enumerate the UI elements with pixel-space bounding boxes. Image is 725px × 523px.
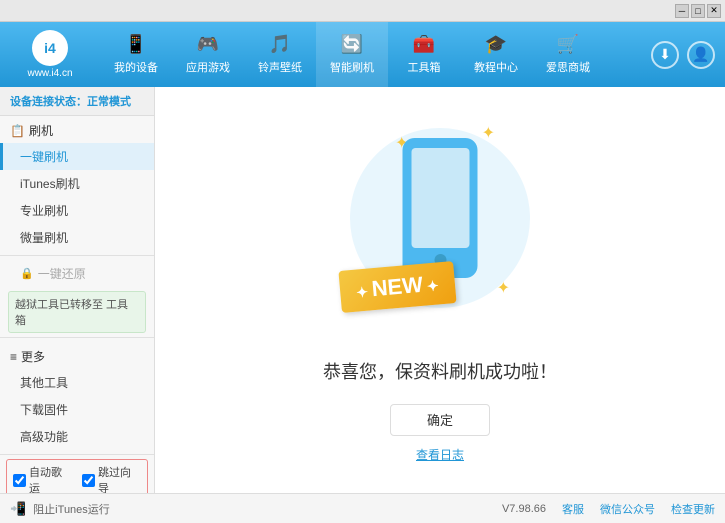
sidebar-item-itunes-flash[interactable]: iTunes刷机 — [0, 170, 154, 197]
footer-left: 📲 阻止iTunes运行 — [10, 501, 110, 517]
logo-icon: i4 — [32, 30, 68, 66]
nav-bar: 📱 我的设备 🎮 应用游戏 🎵 铃声壁纸 🔄 智能刷机 🧰 工具箱 🎓 教程中心… — [100, 22, 651, 87]
status-value: 正常模式 — [87, 96, 131, 108]
sidebar-item-advanced[interactable]: 高级功能 — [0, 423, 154, 450]
header: i4 www.i4.cn 📱 我的设备 🎮 应用游戏 🎵 铃声壁纸 🔄 智能刷机… — [0, 22, 725, 87]
info-box: 越狱工具已转移至 工具箱 — [8, 291, 146, 333]
flash-section-label: 刷机 — [29, 122, 53, 139]
content-area: ✦ ✦ ✦ ✦ NEW ✦ 恭喜您，保资料刷机成功啦！ 确定 查看日志 — [155, 87, 725, 493]
sidebar-item-pro-flash[interactable]: 专业刷机 — [0, 197, 154, 224]
new-badge-stars2: ✦ — [422, 277, 439, 294]
tutorial-icon: 🎓 — [485, 34, 507, 55]
info-box-text: 越狱工具已转移至 工具箱 — [15, 299, 128, 327]
success-message: 恭喜您，保资料刷机成功啦！ — [323, 358, 557, 384]
version-label: V7.98.66 — [502, 503, 546, 515]
sidebar-divider-1 — [0, 255, 154, 256]
checkbox-row: 自动歌运 跳过向导 — [6, 459, 148, 493]
smart-shop-icon: 🔄 — [341, 34, 363, 55]
nav-tutorial-label: 教程中心 — [474, 59, 518, 75]
title-bar: ─ □ ✕ — [0, 0, 725, 22]
footer-right: V7.98.66 客服 微信公众号 检查更新 — [502, 501, 715, 517]
itunes-icon: 📲 — [10, 501, 26, 517]
download-button[interactable]: ⬇ — [651, 41, 679, 69]
nav-shop[interactable]: 🛒 爱思商城 — [532, 22, 604, 87]
one-click-restore-label: 一键还原 — [38, 265, 86, 282]
service-link[interactable]: 客服 — [562, 501, 584, 517]
nav-toolbox[interactable]: 🧰 工具箱 — [388, 22, 460, 87]
nav-my-device-label: 我的设备 — [114, 59, 158, 75]
nav-ringtones-label: 铃声壁纸 — [258, 59, 302, 75]
confirm-button[interactable]: 确定 — [390, 404, 490, 436]
skip-wizard-checkbox-label[interactable]: 跳过向导 — [82, 464, 141, 493]
new-badge-text: NEW — [371, 271, 424, 300]
wechat-link[interactable]: 微信公众号 — [600, 501, 655, 517]
sidebar-item-one-click-restore: 🔒 一键还原 — [0, 260, 154, 287]
new-badge-stars: ✦ — [356, 283, 373, 300]
main-layout: 设备连接状态：正常模式 📋 刷机 一键刷机 iTunes刷机 专业刷机 微量刷机… — [0, 87, 725, 493]
flash-icon: 📋 — [10, 124, 25, 138]
nav-smart-shop-label: 智能刷机 — [330, 59, 374, 75]
lock-icon: 🔒 — [20, 267, 34, 280]
itunes-label: 阻止iTunes运行 — [33, 501, 110, 517]
window-controls[interactable]: ─ □ ✕ — [675, 4, 721, 18]
apps-games-icon: 🎮 — [197, 34, 219, 55]
more-section-icon: ≡ — [10, 350, 17, 364]
nav-apps-games[interactable]: 🎮 应用游戏 — [172, 22, 244, 87]
sidebar: 设备连接状态：正常模式 📋 刷机 一键刷机 iTunes刷机 专业刷机 微量刷机… — [0, 87, 155, 493]
header-right: ⬇ 👤 — [651, 41, 725, 69]
nav-apps-games-label: 应用游戏 — [186, 59, 230, 75]
sidebar-item-other-tools[interactable]: 其他工具 — [0, 369, 154, 396]
phone-shape — [403, 138, 478, 278]
more-section-label: 更多 — [21, 348, 45, 365]
auto-backup-checkbox-label[interactable]: 自动歌运 — [13, 464, 72, 493]
nav-tutorial[interactable]: 🎓 教程中心 — [460, 22, 532, 87]
sidebar-item-micro-flash[interactable]: 微量刷机 — [0, 224, 154, 251]
connection-status: 设备连接状态：正常模式 — [0, 87, 154, 116]
nav-toolbox-label: 工具箱 — [408, 59, 441, 75]
shop-icon: 🛒 — [557, 34, 579, 55]
flash-section-title: 📋 刷机 — [0, 116, 154, 143]
close-button[interactable]: ✕ — [707, 4, 721, 18]
nav-my-device[interactable]: 📱 我的设备 — [100, 22, 172, 87]
footer: 📲 阻止iTunes运行 V7.98.66 客服 微信公众号 检查更新 — [0, 493, 725, 523]
status-label: 设备连接状态： — [10, 96, 87, 108]
maximize-button[interactable]: □ — [691, 4, 705, 18]
my-device-icon: 📱 — [125, 34, 147, 55]
sidebar-divider-3 — [0, 454, 154, 455]
nav-shop-label: 爱思商城 — [546, 59, 590, 75]
phone-illustration: ✦ ✦ ✦ ✦ NEW ✦ — [340, 118, 540, 338]
skip-wizard-checkbox[interactable] — [82, 474, 95, 487]
view-log-link[interactable]: 查看日志 — [416, 446, 464, 463]
user-button[interactable]: 👤 — [687, 41, 715, 69]
logo-subtitle: www.i4.cn — [27, 68, 72, 79]
auto-backup-label: 自动歌运 — [29, 464, 72, 493]
minimize-button[interactable]: ─ — [675, 4, 689, 18]
skip-wizard-label: 跳过向导 — [98, 464, 141, 493]
ringtones-icon: 🎵 — [269, 34, 291, 55]
sparkle-3: ✦ — [497, 278, 510, 298]
toolbox-icon: 🧰 — [413, 34, 435, 55]
check-update-link[interactable]: 检查更新 — [671, 501, 715, 517]
phone-screen — [411, 148, 469, 248]
nav-ringtones[interactable]: 🎵 铃声壁纸 — [244, 22, 316, 87]
sparkle-2: ✦ — [482, 123, 495, 143]
logo-area: i4 www.i4.cn — [0, 30, 100, 79]
more-section-title: ≡ 更多 — [0, 342, 154, 369]
sidebar-divider-2 — [0, 337, 154, 338]
sidebar-item-one-click-flash[interactable]: 一键刷机 — [0, 143, 154, 170]
nav-smart-shop[interactable]: 🔄 智能刷机 — [316, 22, 388, 87]
sidebar-item-download-firmware[interactable]: 下载固件 — [0, 396, 154, 423]
auto-backup-checkbox[interactable] — [13, 474, 26, 487]
